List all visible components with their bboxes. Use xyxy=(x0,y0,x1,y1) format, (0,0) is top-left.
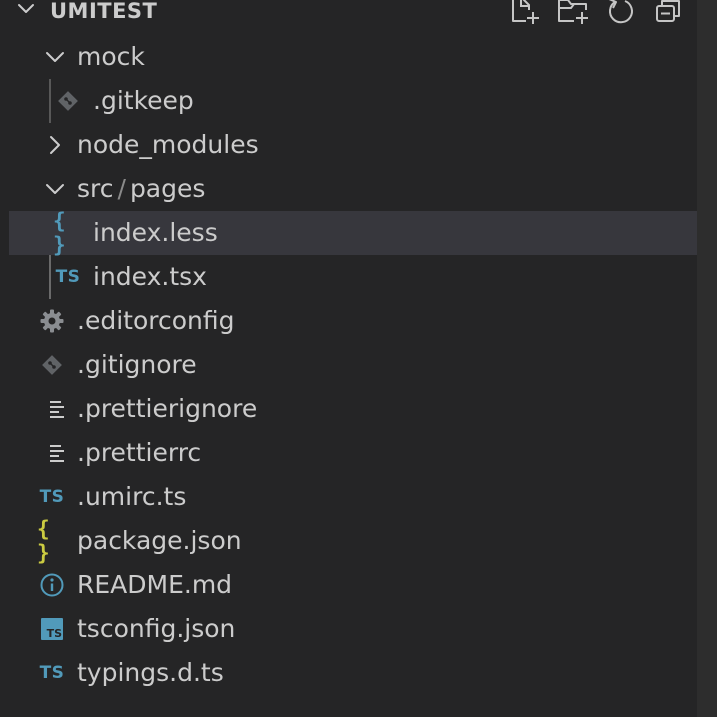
text-lines-icon xyxy=(42,431,72,475)
chevron-down-icon[interactable] xyxy=(42,167,68,211)
tree-item-label: README.md xyxy=(77,570,233,599)
folder-name-src: src xyxy=(77,174,114,203)
tree-item-mock[interactable]: mock xyxy=(9,35,697,79)
tsconfig-icon: TS xyxy=(37,607,67,651)
typescript-icon: TS xyxy=(39,663,65,683)
tree-item-editorconfig[interactable]: .editorconfig xyxy=(9,299,697,343)
path-separator: / xyxy=(117,174,126,203)
chevron-right-icon[interactable] xyxy=(42,123,68,167)
tree-item-package-json[interactable]: { } package.json xyxy=(9,517,697,565)
tree-item-label: mock xyxy=(77,42,145,71)
tree-item-src-pages[interactable]: src / pages xyxy=(9,167,697,211)
info-icon xyxy=(37,563,67,607)
braces-icon: { } xyxy=(53,209,69,257)
chevron-down-icon[interactable] xyxy=(14,0,38,26)
tree-item-index-less[interactable]: { } index.less xyxy=(9,209,697,257)
tree-item-label: package.json xyxy=(77,526,242,555)
tree-item-label: node_modules xyxy=(77,130,259,159)
tree-item-label: .prettierrc xyxy=(77,438,202,467)
new-file-icon[interactable] xyxy=(506,0,542,28)
explorer-panel: UMITEST mock .gitkeep node_modules src /… xyxy=(0,0,697,717)
json-icon: { } xyxy=(37,517,53,565)
tree-item-label: src / pages xyxy=(77,167,205,211)
tree-item-gitkeep[interactable]: .gitkeep xyxy=(9,79,697,123)
tree-item-label: .gitignore xyxy=(77,350,197,379)
tree-item-index-tsx[interactable]: TS index.tsx xyxy=(9,255,697,299)
tree-item-label: tsconfig.json xyxy=(77,614,236,643)
chevron-down-icon[interactable] xyxy=(42,35,68,79)
tree-item-prettierrc[interactable]: .prettierrc xyxy=(9,431,697,475)
text-lines-icon xyxy=(42,387,72,431)
refresh-icon[interactable] xyxy=(603,0,639,28)
git-icon xyxy=(37,343,67,387)
tree-item-typings-d-ts[interactable]: TS typings.d.ts xyxy=(9,651,697,695)
explorer-section-header[interactable]: UMITEST xyxy=(0,0,697,26)
gear-icon xyxy=(37,299,67,343)
tree-item-node-modules[interactable]: node_modules xyxy=(9,123,697,167)
tree-item-label: .editorconfig xyxy=(77,306,235,335)
typescript-icon: TS xyxy=(55,267,81,287)
tree-item-umirc-ts[interactable]: TS .umirc.ts xyxy=(9,475,697,519)
collapse-all-icon[interactable] xyxy=(651,0,687,28)
tree-item-label: index.less xyxy=(93,218,218,247)
tree-item-gitignore[interactable]: .gitignore xyxy=(9,343,697,387)
git-icon xyxy=(53,79,83,123)
new-folder-icon[interactable] xyxy=(555,0,591,28)
tree-item-prettierignore[interactable]: .prettierignore xyxy=(9,387,697,431)
tree-item-label: typings.d.ts xyxy=(77,658,224,687)
tree-item-readme[interactable]: README.md xyxy=(9,563,697,607)
folder-name-pages: pages xyxy=(129,174,206,203)
tree-item-label: index.tsx xyxy=(93,262,207,291)
tree-item-tsconfig[interactable]: TS tsconfig.json xyxy=(9,607,697,651)
panel-right-edge xyxy=(697,0,717,717)
explorer-title: UMITEST xyxy=(50,0,158,23)
tree-item-label: .prettierignore xyxy=(77,394,258,423)
tree-item-label: .umirc.ts xyxy=(77,482,187,511)
typescript-icon: TS xyxy=(39,487,65,507)
tree-item-label: .gitkeep xyxy=(93,86,194,115)
